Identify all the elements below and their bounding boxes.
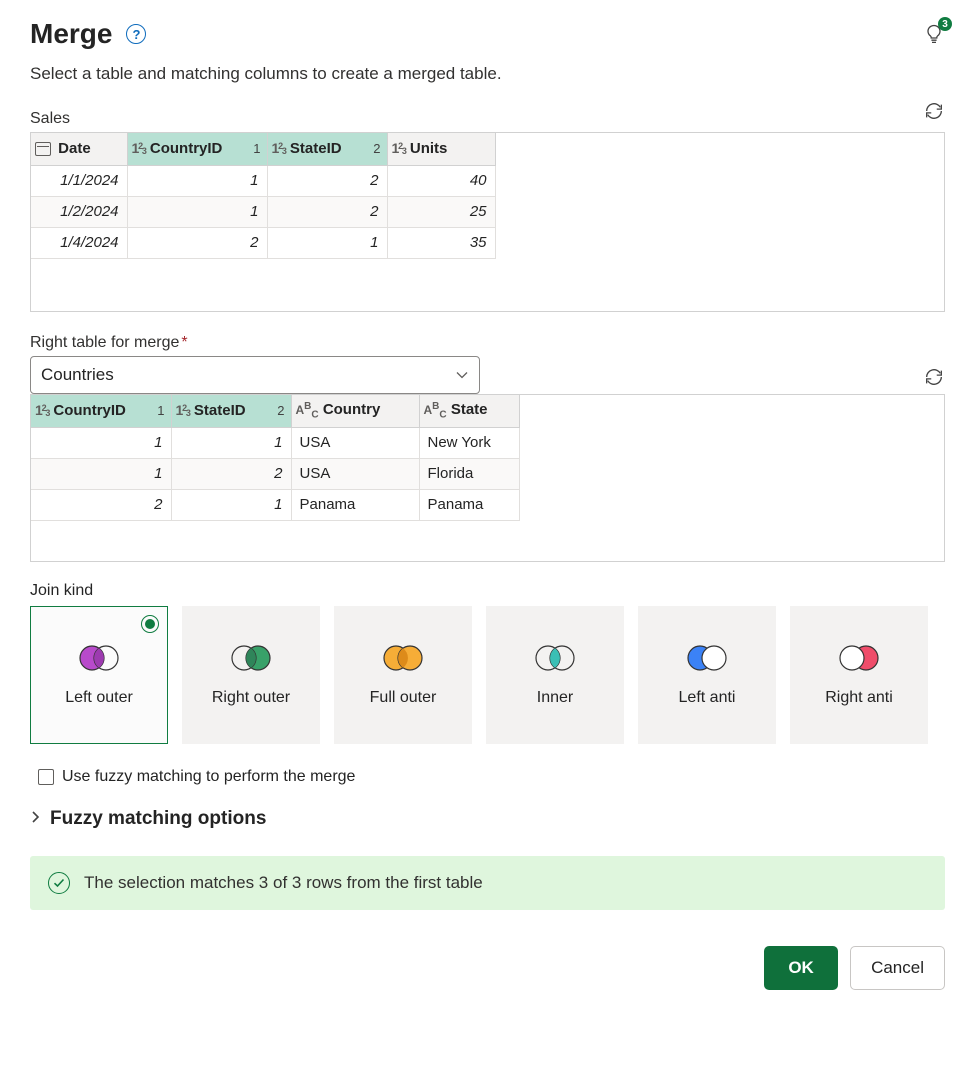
venn-left-anti-icon xyxy=(683,642,731,674)
number-type-icon: 123 xyxy=(35,402,49,418)
radio-selected-icon xyxy=(141,615,159,633)
match-status-banner: The selection matches 3 of 3 rows from t… xyxy=(30,856,945,910)
join-right-anti[interactable]: Right anti xyxy=(790,606,928,744)
join-left-outer[interactable]: Left outer xyxy=(30,606,168,744)
table-row[interactable]: 1/1/2024 1 2 40 xyxy=(31,165,495,196)
chevron-down-icon xyxy=(455,367,469,383)
col-stateid[interactable]: 123 StateID 2 xyxy=(267,133,387,165)
col-state[interactable]: ABC State xyxy=(419,395,519,427)
table-row[interactable]: 1 1 USA New York xyxy=(31,427,519,458)
left-table-name: Sales xyxy=(30,110,911,128)
number-type-icon: 123 xyxy=(272,140,286,156)
fuzzy-matching-checkbox[interactable] xyxy=(38,769,54,785)
number-type-icon: 123 xyxy=(176,402,190,418)
refresh-left-button[interactable] xyxy=(923,100,945,128)
chevron-right-icon xyxy=(30,810,40,828)
join-left-anti[interactable]: Left anti xyxy=(638,606,776,744)
right-table-select[interactable]: Countries xyxy=(30,356,480,394)
number-type-icon: 123 xyxy=(132,140,146,156)
refresh-right-button[interactable] xyxy=(923,366,945,394)
calendar-icon xyxy=(35,142,51,156)
col-date[interactable]: Date xyxy=(31,133,127,165)
col-stateid-r[interactable]: 123 StateID 2 xyxy=(171,395,291,427)
join-full-outer[interactable]: Full outer xyxy=(334,606,472,744)
left-table-preview: Date 123 CountryID 1 123 StateID 2 123 U… xyxy=(30,132,945,312)
ideas-button[interactable]: 3 xyxy=(923,23,945,45)
col-units[interactable]: 123 Units xyxy=(387,133,495,165)
join-kind-label: Join kind xyxy=(30,582,945,600)
number-type-icon: 123 xyxy=(392,140,406,156)
help-icon[interactable]: ? xyxy=(126,24,146,44)
venn-inner-icon xyxy=(531,642,579,674)
venn-right-anti-icon xyxy=(835,642,883,674)
venn-right-outer-icon xyxy=(227,642,275,674)
ideas-count-badge: 3 xyxy=(938,17,952,31)
join-inner[interactable]: Inner xyxy=(486,606,624,744)
right-table-preview: 123 CountryID 1 123 StateID 2 ABC Countr… xyxy=(30,394,945,562)
table-row[interactable]: 1 2 USA Florida xyxy=(31,458,519,489)
table-row[interactable]: 1/4/2024 2 1 35 xyxy=(31,227,495,258)
col-countryid-r[interactable]: 123 CountryID 1 xyxy=(31,395,171,427)
text-type-icon: ABC xyxy=(424,403,447,417)
venn-full-outer-icon xyxy=(379,642,427,674)
col-country[interactable]: ABC Country xyxy=(291,395,419,427)
dialog-title: Merge xyxy=(30,18,112,50)
fuzzy-matching-label: Use fuzzy matching to perform the merge xyxy=(62,768,355,786)
cancel-button[interactable]: Cancel xyxy=(850,946,945,990)
table-row[interactable]: 1/2/2024 1 2 25 xyxy=(31,196,495,227)
dialog-subtitle: Select a table and matching columns to c… xyxy=(30,64,945,84)
venn-left-outer-icon xyxy=(75,642,123,674)
ok-button[interactable]: OK xyxy=(764,946,838,990)
table-row[interactable]: 2 1 Panama Panama xyxy=(31,489,519,520)
right-table-label: Right table for merge* xyxy=(30,334,945,352)
col-countryid[interactable]: 123 CountryID 1 xyxy=(127,133,267,165)
text-type-icon: ABC xyxy=(296,403,319,417)
success-check-icon xyxy=(48,872,70,894)
join-right-outer[interactable]: Right outer xyxy=(182,606,320,744)
fuzzy-options-toggle[interactable]: Fuzzy matching options xyxy=(30,808,945,830)
